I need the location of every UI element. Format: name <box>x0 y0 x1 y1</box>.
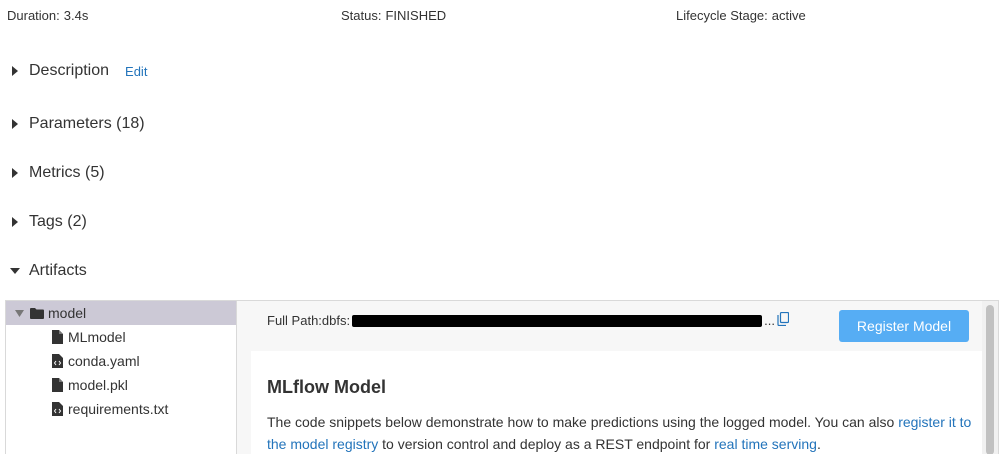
run-details-page: Duration: 3.4s Status: FINISHED Lifecycle … <box>0 0 1000 454</box>
body-text: to version control and deploy as a REST … <box>378 436 715 452</box>
tree-folder-label: model <box>48 305 87 321</box>
section-tags-title: Tags (2) <box>29 213 87 230</box>
card-title: MLflow Model <box>267 377 386 397</box>
artifact-path-bar: Full Path:dbfs: ... Register Model <box>237 301 989 351</box>
tree-file-label: MLmodel <box>68 329 126 345</box>
section-metrics[interactable]: Metrics (5) <box>8 163 105 183</box>
artifact-tree: model MLmodel conda.yaml model.pkl requi… <box>6 301 237 454</box>
code-file-icon <box>50 354 64 368</box>
tree-file-conda-yaml[interactable]: conda.yaml <box>6 349 236 373</box>
full-path: Full Path:dbfs: ... <box>267 313 775 328</box>
full-path-label: Full Path:dbfs: <box>267 313 351 328</box>
run-metadata-row: Duration: 3.4s Status: FINISHED Lifecycle … <box>0 8 1000 26</box>
code-file-icon <box>50 402 64 416</box>
lifecycle-value: active <box>771 8 806 23</box>
real-time-serving-link[interactable]: real time serving <box>714 436 817 452</box>
artifacts-panel: model MLmodel conda.yaml model.pkl requi… <box>5 300 999 454</box>
lifecycle-field: Lifecycle Stage: active <box>676 8 806 23</box>
section-description[interactable]: Description Edit <box>8 61 147 81</box>
body-text: . <box>816 436 821 452</box>
artifact-detail: Full Path:dbfs: ... Register Model MLflo… <box>237 301 989 454</box>
description-edit-link[interactable]: Edit <box>125 64 147 79</box>
section-description-title: Description <box>29 62 110 79</box>
body-text: The code snippets below demonstrate how … <box>267 414 899 430</box>
full-path-ellipsis: ... <box>764 313 775 328</box>
model-info-card: MLflow Model The code snippets below dem… <box>251 351 989 454</box>
tree-folder-model[interactable]: model <box>6 301 236 325</box>
tree-file-mlmodel[interactable]: MLmodel <box>6 325 236 349</box>
lifecycle-label: Lifecycle Stage: <box>676 8 768 23</box>
card-body: The code snippets below demonstrate how … <box>267 411 987 454</box>
section-artifacts-title: Artifacts <box>29 262 87 279</box>
tree-file-label: requirements.txt <box>68 401 169 417</box>
tree-expand-icon[interactable] <box>14 308 24 318</box>
section-parameters-title: Parameters (18) <box>29 115 145 132</box>
tree-file-label: model.pkl <box>68 377 128 393</box>
file-icon <box>50 330 64 344</box>
caret-right-icon <box>8 64 22 78</box>
duration-label: Duration: <box>7 8 60 23</box>
status-value: FINISHED <box>385 8 447 23</box>
vertical-scrollbar[interactable] <box>982 301 998 454</box>
section-metrics-title: Metrics (5) <box>29 164 105 181</box>
section-artifacts[interactable]: Artifacts <box>8 261 87 281</box>
section-parameters[interactable]: Parameters (18) <box>8 114 145 134</box>
caret-down-icon <box>8 264 22 278</box>
register-model-button[interactable]: Register Model <box>839 310 969 342</box>
tree-file-model-pkl[interactable]: model.pkl <box>6 373 236 397</box>
duration-field: Duration: 3.4s <box>7 8 88 23</box>
section-tags[interactable]: Tags (2) <box>8 212 87 232</box>
caret-right-icon <box>8 215 22 229</box>
caret-right-icon <box>8 117 22 131</box>
status-field: Status: FINISHED <box>341 8 446 23</box>
caret-right-icon <box>8 166 22 180</box>
copy-icon[interactable] <box>777 311 791 328</box>
duration-value: 3.4s <box>63 8 89 23</box>
redacted-path <box>352 314 763 327</box>
file-icon <box>50 378 64 392</box>
status-label: Status: <box>341 8 382 23</box>
tree-file-label: conda.yaml <box>68 353 140 369</box>
folder-icon <box>30 306 44 320</box>
scrollbar-thumb[interactable] <box>986 305 994 454</box>
tree-file-requirements-txt[interactable]: requirements.txt <box>6 397 236 421</box>
